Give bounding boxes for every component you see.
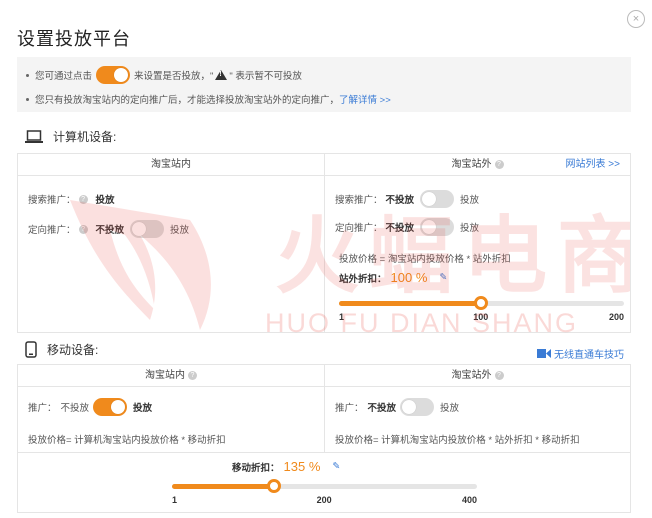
close-icon[interactable]: × bbox=[627, 10, 645, 28]
mobile-outside-price-formula: 投放价格= 计算机淘宝站内投放价格 * 站外折扣 * 移动折扣 bbox=[335, 435, 580, 446]
video-icon bbox=[537, 349, 551, 358]
pc-outside-slider[interactable]: 1 100 200 bbox=[339, 296, 625, 328]
pc-inside-target-row: 定向推广：? 不投放 投放 bbox=[28, 220, 189, 238]
notice-text: 来设置是否投放，" bbox=[134, 71, 214, 82]
mobile-inside-header: 淘宝站内? bbox=[18, 365, 324, 387]
edit-icon[interactable]: ✎ bbox=[332, 461, 340, 472]
mobile-outside-header: 淘宝站外? bbox=[325, 365, 630, 387]
help-icon[interactable]: ? bbox=[78, 224, 88, 234]
mobile-heading-label: 移动设备: bbox=[47, 343, 99, 357]
pc-inside-target-toggle[interactable] bbox=[130, 220, 165, 238]
pc-outside-slider-max-label: 200 bbox=[609, 312, 625, 322]
mobile-outside-toggle[interactable] bbox=[400, 398, 435, 416]
learn-more-link[interactable]: 了解详情 >> bbox=[339, 92, 391, 106]
pc-outside-discount-value: 100 % bbox=[390, 270, 428, 285]
warning-icon bbox=[215, 70, 228, 80]
bullet-icon bbox=[26, 97, 29, 101]
notice-line-1: 您可通过点击 来设置是否投放，" " 表示暂不可投放 bbox=[26, 66, 302, 84]
help-icon[interactable]: ? bbox=[78, 194, 88, 204]
mobile-slider-fill bbox=[172, 484, 275, 489]
pc-inside-search-row: 搜索推广：? 投放 bbox=[28, 194, 115, 206]
notice-text: " 表示暂不可投放 bbox=[229, 71, 302, 82]
notice-line-2: 您只有投放淘宝站内的定向推广后，才能选择投放淘宝站外的定向推广， 了解详情 >> bbox=[26, 92, 391, 106]
notice-text: 您可通过点击 bbox=[35, 71, 93, 82]
help-icon[interactable]: ? bbox=[188, 370, 197, 380]
edit-icon[interactable]: ✎ bbox=[439, 272, 447, 283]
wireless-tips-link[interactable]: 无线直通车技巧 bbox=[537, 346, 624, 361]
phone-icon bbox=[25, 341, 37, 358]
notice-box: 您可通过点击 来设置是否投放，" " 表示暂不可投放 您只有投放淘宝站内的定向推… bbox=[17, 57, 631, 112]
pc-outside-search-row: 搜索推广： 不投放 投放 bbox=[335, 190, 479, 208]
pc-section-heading: 计算机设备: bbox=[25, 128, 116, 145]
mobile-inside-price-formula: 投放价格= 计算机淘宝站内投放价格 * 移动折扣 bbox=[28, 435, 226, 446]
pc-outside-slider-mid-label: 100 bbox=[473, 312, 489, 322]
pc-outside-target-row: 定向推广： 不投放 投放 bbox=[335, 218, 479, 236]
pc-outside-slider-fill bbox=[339, 301, 481, 306]
dialog-title: 设置投放平台 bbox=[17, 29, 131, 49]
pc-outside-slider-handle[interactable] bbox=[473, 296, 488, 310]
pc-outside-target-toggle[interactable] bbox=[420, 218, 455, 236]
laptop-icon bbox=[25, 129, 43, 143]
sample-toggle bbox=[96, 66, 131, 84]
site-list-link[interactable]: 网站列表 >> bbox=[566, 154, 620, 176]
pc-outside-price-formula: 投放价格 = 淘宝站内投放价格 * 站外折扣 bbox=[339, 254, 511, 265]
mobile-inside-toggle[interactable] bbox=[93, 398, 128, 416]
pc-outside-discount-row: 站外折扣： 100 % ✎ bbox=[339, 270, 448, 285]
pc-outside-search-toggle[interactable] bbox=[420, 190, 455, 208]
pc-heading-label: 计算机设备: bbox=[53, 130, 117, 144]
mobile-slider-handle[interactable] bbox=[267, 479, 282, 493]
pc-outside-slider-min-label: 1 bbox=[339, 312, 345, 322]
mobile-discount-value: 135 % bbox=[283, 459, 321, 474]
mobile-section-heading: 移动设备: bbox=[25, 341, 98, 358]
help-icon[interactable]: ? bbox=[494, 370, 504, 380]
pc-table: 淘宝站内 搜索推广：? 投放 定向推广：? 不投放 投放 淘宝站外? 网站列表 … bbox=[17, 153, 631, 333]
mobile-table: 淘宝站内? 推广： 不投放 投放 投放价格= 计算机淘宝站内投放价格 * 移动折… bbox=[17, 364, 631, 513]
mobile-outside-promo-row: 推广： 不投放 投放 bbox=[335, 398, 459, 416]
pc-outside-column: 淘宝站外? 网站列表 >> 搜索推广： 不投放 投放 定向推广： 不投放 投放 … bbox=[325, 154, 630, 332]
help-icon[interactable]: ? bbox=[494, 159, 504, 169]
mobile-outside-column: 淘宝站外? 推广： 不投放 投放 投放价格= 计算机淘宝站内投放价格 * 站外折… bbox=[325, 365, 630, 452]
notice-text: 您只有投放淘宝站内的定向推广后，才能选择投放淘宝站外的定向推广， bbox=[35, 95, 340, 106]
bullet-icon bbox=[26, 73, 29, 77]
mobile-slider-max-label: 400 bbox=[462, 495, 478, 505]
mobile-slider-mid-label: 200 bbox=[316, 495, 332, 505]
pc-inside-column: 淘宝站内 搜索推广：? 投放 定向推广：? 不投放 投放 bbox=[18, 154, 325, 332]
mobile-inside-column: 淘宝站内? 推广： 不投放 投放 投放价格= 计算机淘宝站内投放价格 * 移动折… bbox=[18, 365, 325, 452]
pc-outside-header: 淘宝站外? 网站列表 >> bbox=[325, 154, 630, 176]
mobile-discount-slider[interactable]: 1 200 400 bbox=[172, 479, 478, 511]
mobile-slider-min-label: 1 bbox=[172, 495, 178, 505]
mobile-inside-promo-row: 推广： 不投放 投放 bbox=[28, 398, 158, 416]
pc-inside-header: 淘宝站内 bbox=[18, 154, 324, 176]
mobile-discount-row: 移动折扣： 135 % ✎ bbox=[232, 459, 341, 474]
